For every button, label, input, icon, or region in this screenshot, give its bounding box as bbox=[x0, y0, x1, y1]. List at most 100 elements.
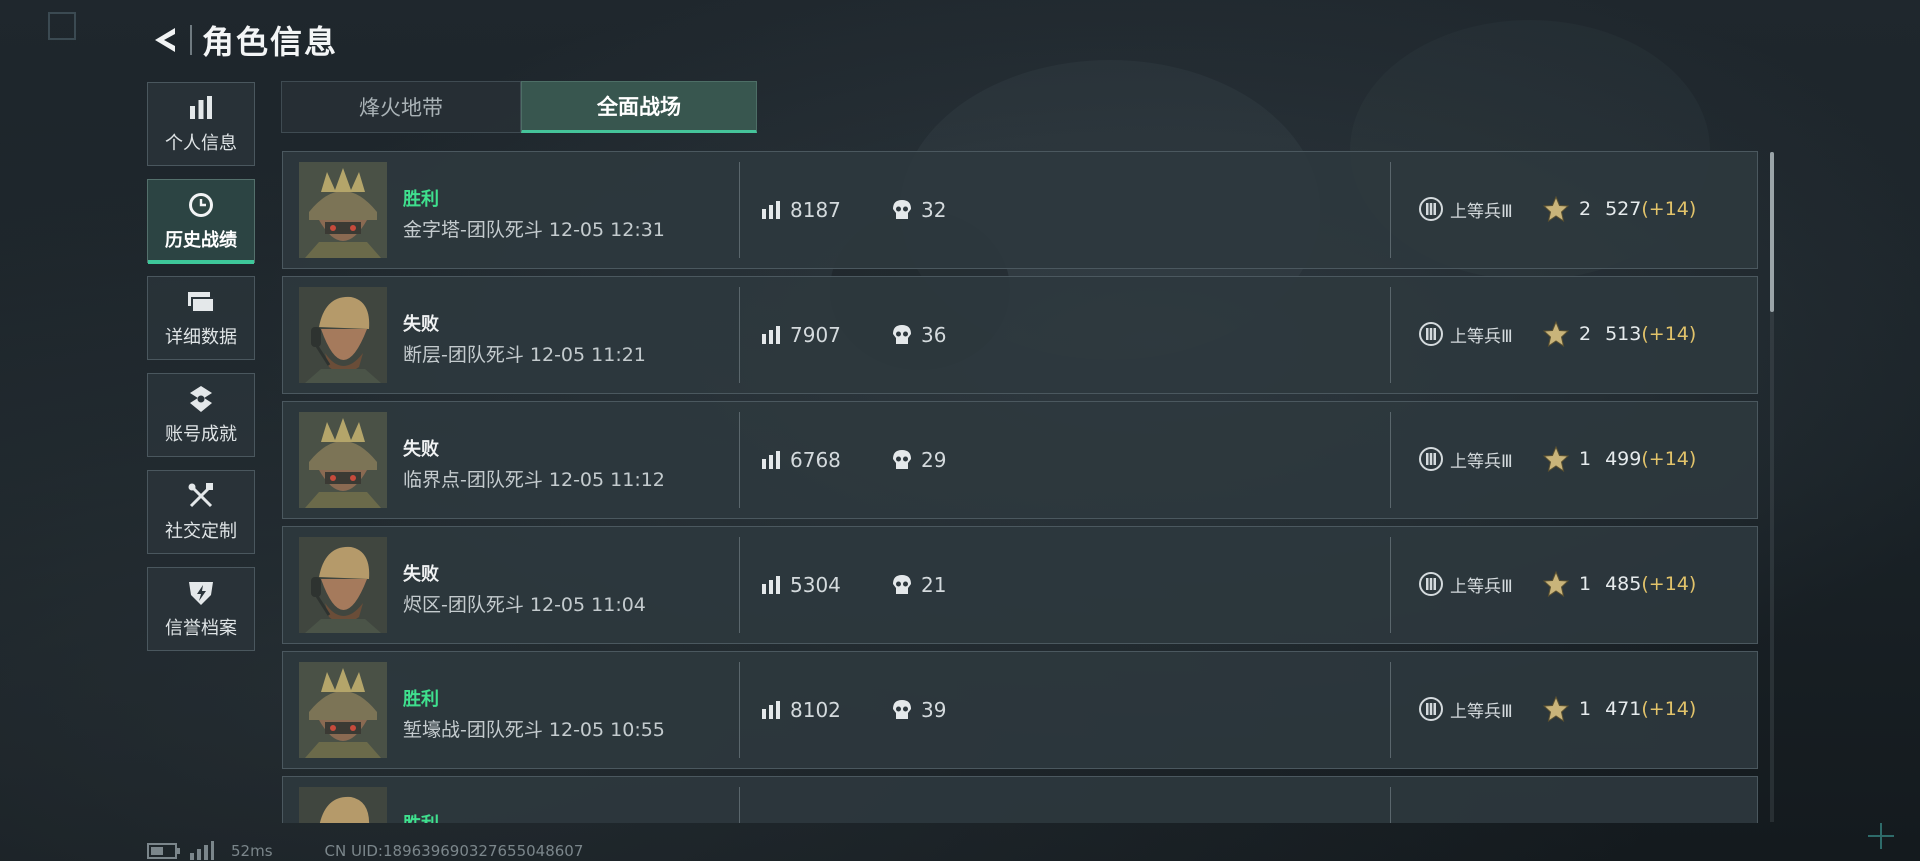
rank-points: 1 471 (+14) bbox=[1543, 696, 1696, 722]
score-bars-icon bbox=[762, 326, 780, 344]
score-value: 6768 bbox=[790, 448, 841, 472]
bar-chart-icon bbox=[188, 93, 214, 123]
match-score: 8187 bbox=[761, 198, 841, 222]
mode-tabs: 烽火地带 全面战场 bbox=[281, 81, 757, 133]
star-icon bbox=[1543, 446, 1569, 472]
star-icon bbox=[1543, 571, 1569, 597]
match-score: 7907 bbox=[761, 323, 841, 347]
row-divider bbox=[739, 162, 740, 258]
rank-info: 上等兵Ⅲ bbox=[1418, 446, 1513, 472]
match-kills: 29 bbox=[892, 448, 946, 472]
tools-icon bbox=[187, 481, 215, 511]
rank-info: 上等兵Ⅲ bbox=[1418, 696, 1513, 722]
scrollbar-thumb[interactable] bbox=[1770, 152, 1774, 312]
row-divider bbox=[739, 287, 740, 383]
match-result: 失败 bbox=[403, 439, 439, 460]
sidebar-item-label: 账号成就 bbox=[165, 424, 237, 445]
match-map-mode-time: 断层-团队死斗 12-05 11:21 bbox=[403, 344, 646, 366]
points-delta: (+14) bbox=[1641, 698, 1697, 720]
match-score: 5304 bbox=[761, 573, 841, 597]
tab-warzone[interactable]: 烽火地带 bbox=[281, 81, 521, 133]
back-arrow-icon bbox=[155, 28, 175, 52]
star-icon bbox=[1543, 696, 1569, 722]
match-kills: 21 bbox=[892, 573, 946, 597]
score-value: 5304 bbox=[790, 573, 841, 597]
match-score: 8102 bbox=[761, 698, 841, 722]
score-value: 8187 bbox=[790, 198, 841, 222]
rank-badge-icon bbox=[1419, 447, 1443, 471]
rank-name: 上等兵Ⅲ bbox=[1450, 576, 1513, 597]
star-count: 2 bbox=[1579, 323, 1592, 345]
rank-info: 上等兵Ⅲ bbox=[1418, 321, 1513, 347]
skull-icon bbox=[893, 575, 911, 594]
match-map-mode-time: 烬区-团队死斗 12-05 11:04 bbox=[403, 594, 646, 616]
sidebar-item-label: 个人信息 bbox=[165, 133, 237, 154]
uid-text: CN UID:189639690327655048607 bbox=[324, 842, 584, 860]
star-icon bbox=[1543, 196, 1569, 222]
star-count: 2 bbox=[1579, 198, 1592, 220]
match-result: 胜利 bbox=[403, 189, 439, 210]
shield-icon bbox=[187, 578, 215, 608]
sidebar-item-achievements[interactable]: 账号成就 bbox=[147, 373, 255, 457]
match-map-mode-time: 临界点-团队死斗 12-05 11:12 bbox=[403, 469, 665, 491]
page-title: 角色信息 bbox=[202, 23, 339, 61]
match-row[interactable]: 失败 临界点-团队死斗 12-05 11:12 6768 29 上等兵Ⅲ 1 499 (+14… bbox=[282, 401, 1758, 519]
match-row[interactable]: 胜利堑壕战-团队死斗 12-05 10:55 8102 39 上等兵Ⅲ 1 471 (+14… bbox=[282, 651, 1758, 769]
match-score: 6768 bbox=[761, 448, 841, 472]
sidebar-item-label: 详细数据 bbox=[165, 327, 237, 348]
match-history-list: 胜利 金字塔-团队死斗 12-05 12:31 8187 32 上等兵Ⅲ 2 527 (+14… bbox=[282, 151, 1758, 823]
corner-decoration bbox=[1868, 823, 1894, 849]
rank-name: 上等兵Ⅲ bbox=[1450, 451, 1513, 472]
rank-points: 2 513 (+14) bbox=[1543, 321, 1696, 347]
medal-icon bbox=[188, 384, 214, 414]
points-value: 471 bbox=[1605, 698, 1642, 720]
header-divider bbox=[190, 25, 192, 55]
match-row[interactable]: 胜利 金字塔-团队死斗 12-05 12:31 8187 32 上等兵Ⅲ 2 527 (+14… bbox=[282, 151, 1758, 269]
sidebar-item-personal-info[interactable]: 个人信息 bbox=[147, 82, 255, 166]
points-delta: (+14) bbox=[1641, 198, 1697, 220]
match-row[interactable]: 胜利 bbox=[282, 776, 1758, 823]
score-bars-icon bbox=[762, 451, 780, 469]
score-bars-icon bbox=[762, 701, 780, 719]
rank-badge-icon bbox=[1419, 322, 1443, 346]
row-divider bbox=[739, 412, 740, 508]
match-result: 胜利 bbox=[403, 689, 439, 710]
row-divider bbox=[1390, 162, 1391, 258]
battery-icon bbox=[147, 843, 180, 859]
score-bars-icon bbox=[762, 576, 780, 594]
star-count: 1 bbox=[1579, 448, 1592, 470]
operator-avatar bbox=[299, 287, 387, 383]
match-row[interactable]: 失败 烬区-团队死斗 12-05 11:04 5304 21 上等兵Ⅲ 1 485 (+14) bbox=[282, 526, 1758, 644]
back-button[interactable] bbox=[146, 18, 186, 62]
match-kills: 32 bbox=[892, 198, 946, 222]
rank-badge-icon bbox=[1419, 197, 1443, 221]
score-value: 7907 bbox=[790, 323, 841, 347]
row-divider bbox=[739, 787, 740, 823]
kills-value: 39 bbox=[921, 698, 947, 722]
page-header: 角色信息 bbox=[146, 18, 338, 62]
skull-icon bbox=[893, 700, 911, 719]
points-value: 527 bbox=[1605, 198, 1642, 220]
rank-name: 上等兵Ⅲ bbox=[1450, 326, 1513, 347]
sidebar-item-social-custom[interactable]: 社交定制 bbox=[147, 470, 255, 554]
cards-icon bbox=[186, 287, 216, 317]
points-delta: (+14) bbox=[1641, 573, 1697, 595]
match-row[interactable]: 失败 断层-团队死斗 12-05 11:21 7907 36 上等兵Ⅲ 2 513 (+14) bbox=[282, 276, 1758, 394]
kills-value: 29 bbox=[921, 448, 947, 472]
operator-avatar bbox=[299, 787, 387, 823]
match-map-mode-time: 堑壕战-团队死斗 12-05 10:55 bbox=[403, 719, 665, 741]
points-value: 513 bbox=[1605, 323, 1642, 345]
score-value: 8102 bbox=[790, 698, 841, 722]
match-result: 胜利 bbox=[403, 810, 439, 823]
sidebar-item-detailed-data[interactable]: 详细数据 bbox=[147, 276, 255, 360]
row-divider bbox=[739, 662, 740, 758]
match-kills: 36 bbox=[892, 323, 946, 347]
kills-value: 21 bbox=[921, 573, 947, 597]
rank-points: 2 527 (+14) bbox=[1543, 196, 1696, 222]
kills-value: 32 bbox=[921, 198, 947, 222]
tab-full-battlefield[interactable]: 全面战场 bbox=[521, 81, 757, 133]
sidebar-item-match-history[interactable]: 历史战绩 bbox=[147, 179, 255, 264]
sidebar-item-label: 历史战绩 bbox=[165, 230, 237, 251]
sidebar-item-credit-record[interactable]: 信誉档案 bbox=[147, 567, 255, 651]
operator-avatar bbox=[299, 162, 387, 258]
